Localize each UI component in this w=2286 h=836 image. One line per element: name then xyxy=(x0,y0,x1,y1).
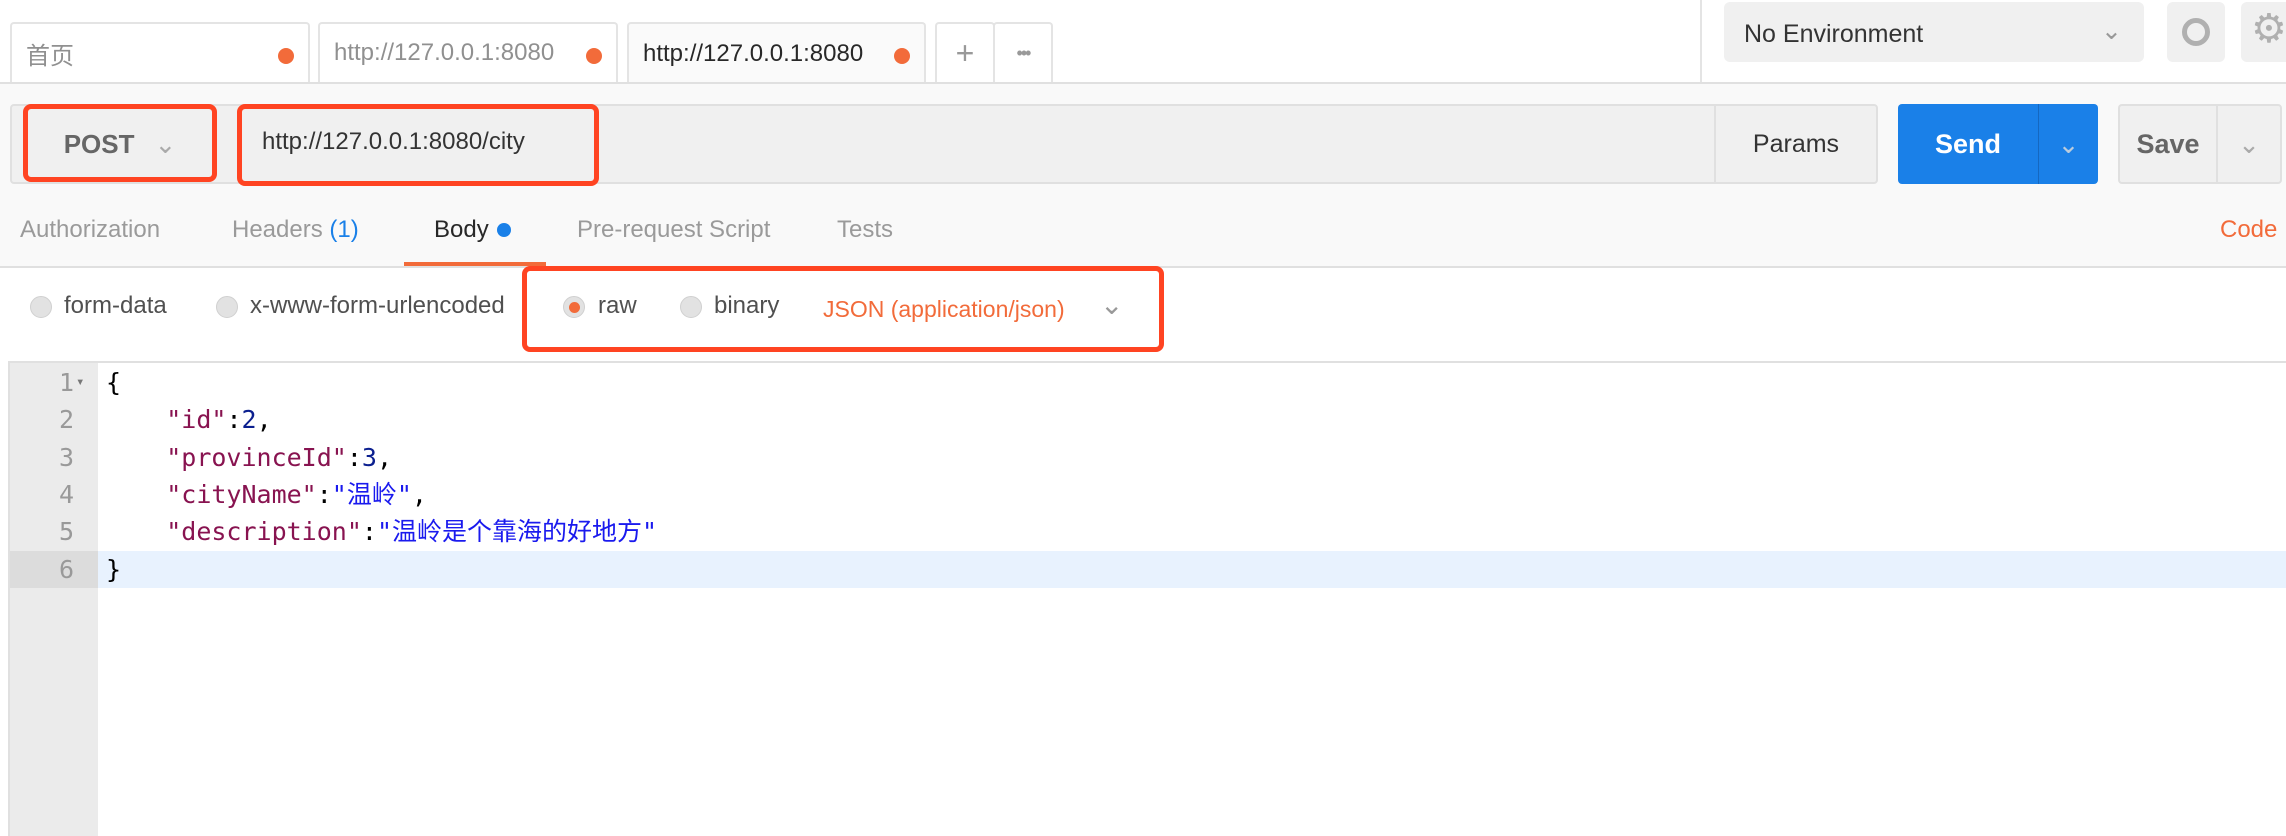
tab-pre-request-script[interactable]: Pre-request Script xyxy=(577,216,770,244)
code-text: "cityName":"温岭", xyxy=(106,476,427,513)
radio-label: form-data xyxy=(64,292,167,319)
code-token: "温岭是个靠海的好地方" xyxy=(376,517,658,547)
tab-label: Body xyxy=(434,216,489,243)
code-token: : xyxy=(346,442,362,472)
code-editor[interactable]: 1 ▾{2 "id":2, 3 "provinceId":3, 4 "cityName… xyxy=(8,361,2286,836)
code-token: : xyxy=(361,517,377,547)
plus-icon: + xyxy=(955,34,975,71)
highlight-url xyxy=(237,104,599,186)
save-button[interactable]: Save xyxy=(2118,104,2216,184)
chevron-down-icon: ⌄ xyxy=(2101,17,2122,45)
code-text: "id":2, xyxy=(106,401,272,438)
code-token: : xyxy=(226,405,242,435)
send-button[interactable]: Send xyxy=(1898,104,2038,184)
tab-request-1[interactable]: http://127.0.0.1:8080 xyxy=(318,22,618,82)
code-token: "温岭" xyxy=(331,479,412,509)
eye-icon xyxy=(2182,18,2210,46)
code-link[interactable]: Code xyxy=(2220,216,2277,244)
headers-count: (1) xyxy=(329,216,359,243)
highlight-body-type xyxy=(522,266,1164,352)
code-line[interactable]: 1 ▾ { xyxy=(10,364,2286,401)
code-line[interactable]: 6} xyxy=(10,550,2286,588)
code-token: { xyxy=(106,368,122,397)
tab-body[interactable]: Body xyxy=(434,216,511,244)
highlight-method xyxy=(23,104,217,182)
code-token: , xyxy=(411,479,427,509)
code-token: 3 xyxy=(361,442,377,472)
tab-more-button[interactable]: ••• xyxy=(993,22,1053,82)
fold-arrow-icon[interactable]: ▾ xyxy=(76,364,84,401)
code-line[interactable]: 4 "cityName":"温岭", xyxy=(10,476,2286,513)
chevron-down-icon: ⌄ xyxy=(2238,128,2260,159)
params-button[interactable]: Params xyxy=(1714,106,1876,182)
environment-quick-look-button[interactable] xyxy=(2167,2,2225,62)
code-line[interactable]: 3 "provinceId":3, xyxy=(10,439,2286,476)
unsaved-dot-icon xyxy=(894,48,910,64)
code-token: : xyxy=(316,479,332,509)
tab-label: Headers xyxy=(232,216,323,243)
tab-authorization[interactable]: Authorization xyxy=(20,216,160,244)
code-token: "provinceId" xyxy=(166,442,347,472)
code-line[interactable]: 2 "id":2, xyxy=(10,401,2286,438)
line-number: 3 xyxy=(58,442,74,472)
more-icon: ••• xyxy=(1016,42,1032,63)
line-number: 2 xyxy=(58,405,74,435)
gear-icon: ⚙ xyxy=(2251,7,2286,51)
line-number: 5 xyxy=(58,517,74,547)
code-token: "cityName" xyxy=(166,479,317,509)
code-text: { xyxy=(106,364,121,401)
line-number: 4 xyxy=(58,479,74,509)
new-tab-button[interactable]: + xyxy=(935,22,995,82)
code-text: "provinceId":3, xyxy=(106,439,392,476)
tab-headers[interactable]: Headers (1) xyxy=(232,216,359,244)
code-token: , xyxy=(376,442,393,472)
line-number: 6 xyxy=(10,550,98,588)
code-token: "description" xyxy=(166,517,362,547)
chevron-down-icon: ⌄ xyxy=(2057,128,2080,159)
modified-dot-icon xyxy=(496,223,511,237)
environment-select[interactable]: No Environment ⌄ xyxy=(1724,2,2144,62)
code-text: } xyxy=(106,551,121,588)
line-number: 1 xyxy=(58,368,74,397)
tab-request-2[interactable]: http://127.0.0.1:8080 xyxy=(627,22,926,84)
code-token: 2 xyxy=(241,405,257,435)
settings-button[interactable]: ⚙ xyxy=(2241,2,2286,62)
unsaved-dot-icon xyxy=(586,48,602,64)
code-token: , xyxy=(256,405,272,435)
code-text: "description":"温岭是个靠海的好地方" xyxy=(106,513,657,550)
environment-label: No Environment xyxy=(1744,20,1924,48)
radio-urlencoded[interactable] xyxy=(216,296,238,318)
unsaved-dot-icon xyxy=(278,48,294,64)
tab-label: http://127.0.0.1:8080 xyxy=(334,39,555,66)
send-options-button[interactable]: ⌄ xyxy=(2038,104,2098,184)
tab-tests[interactable]: Tests xyxy=(837,216,893,244)
code-token: } xyxy=(106,554,122,584)
code-line[interactable]: 5 "description":"温岭是个靠海的好地方" xyxy=(10,513,2286,550)
tab-label: http://127.0.0.1:8080 xyxy=(643,40,864,67)
tab-home[interactable]: 首页 xyxy=(10,22,310,82)
radio-form-data[interactable] xyxy=(30,296,52,318)
save-options-button[interactable]: ⌄ xyxy=(2216,104,2282,184)
radio-label: x-www-form-urlencoded xyxy=(250,292,505,319)
divider xyxy=(1700,0,1702,82)
code-token: "id" xyxy=(166,405,227,435)
tab-label: 首页 xyxy=(26,42,74,70)
